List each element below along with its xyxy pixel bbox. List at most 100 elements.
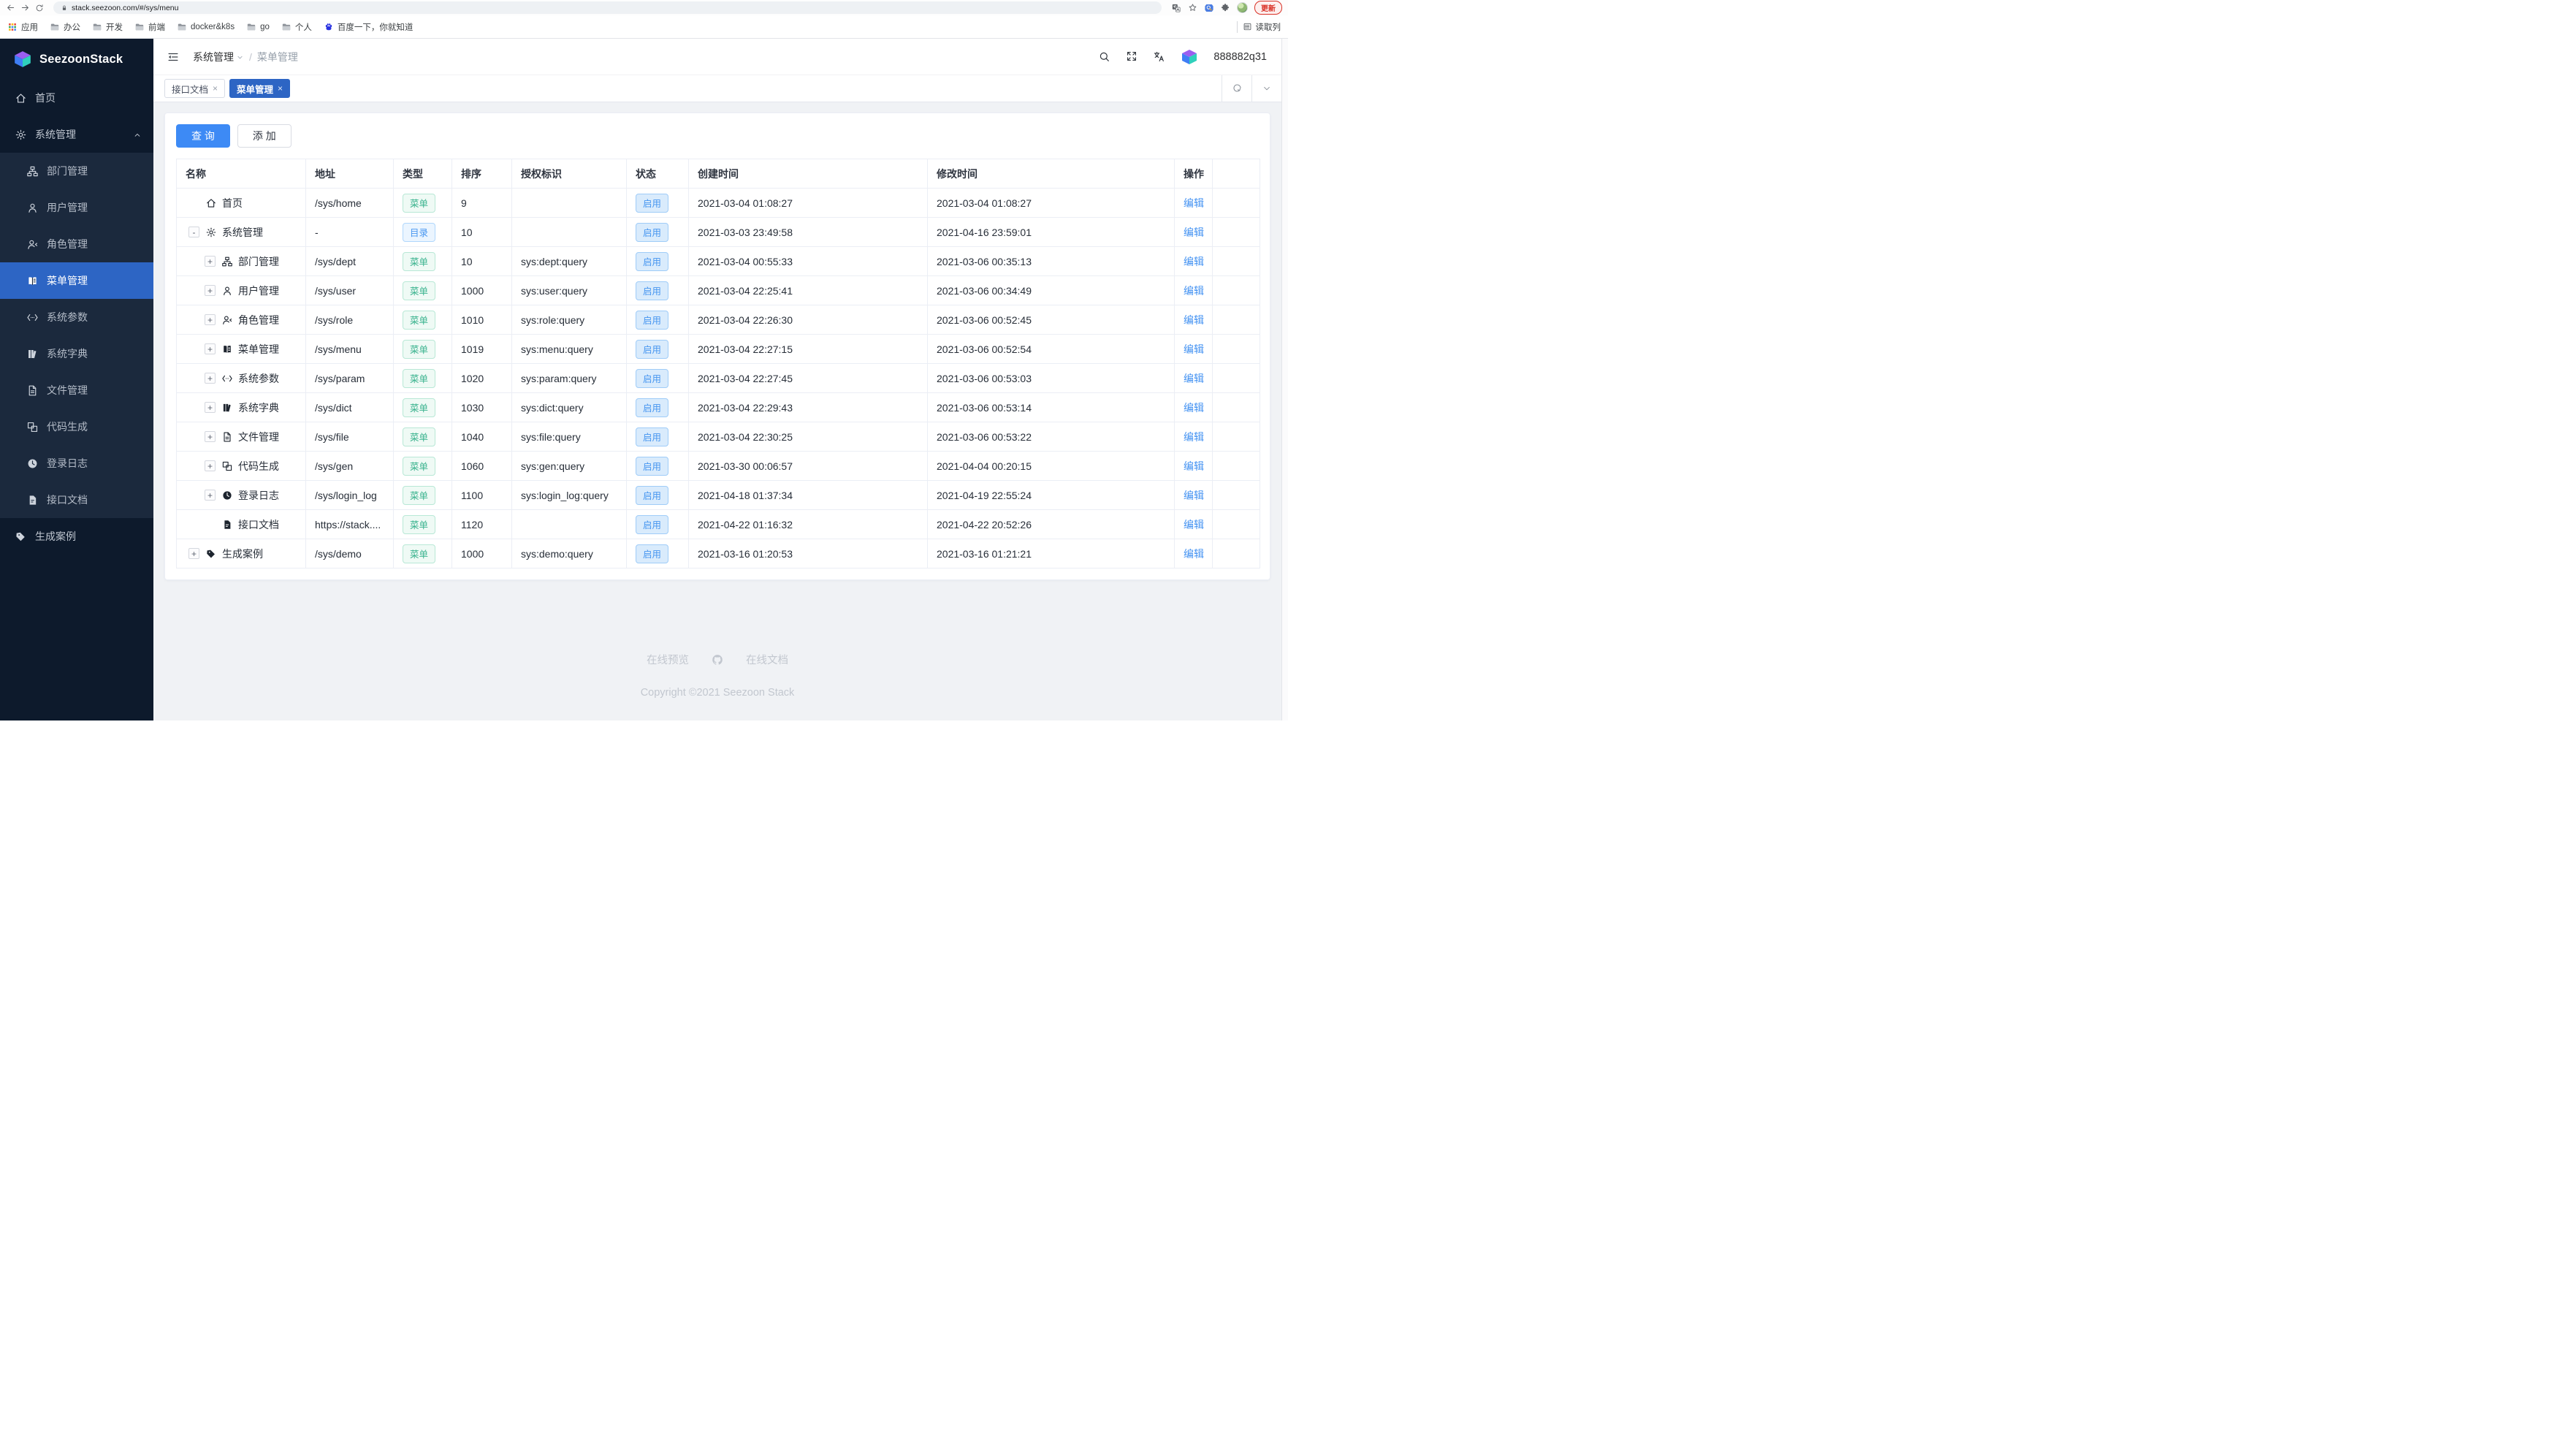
- sidebar-item-菜单管理[interactable]: 菜单管理: [0, 262, 153, 299]
- table-row: + 代码生成/sys/gen 菜单 1060 sys:gen:query 启用 2021-0…: [176, 451, 1260, 481]
- sidebar-item-代码生成[interactable]: 代码生成: [0, 408, 153, 445]
- online-preview-link[interactable]: 在线预览: [647, 652, 689, 667]
- bookmark-item[interactable]: docker&k8s: [177, 22, 235, 32]
- forward-icon[interactable]: [20, 3, 30, 12]
- sidebar-item-接口文档[interactable]: 接口文档: [0, 482, 153, 518]
- table-actions: 查 询 添 加: [176, 124, 1259, 148]
- refresh-tab-button[interactable]: [1222, 75, 1251, 102]
- status-badge: 启用: [636, 368, 669, 388]
- folder-icon: [50, 22, 60, 32]
- edit-link[interactable]: 编辑: [1184, 548, 1204, 560]
- close-icon[interactable]: ×: [278, 84, 283, 93]
- bookmark-item[interactable]: go: [246, 22, 270, 32]
- browser-profile-avatar[interactable]: [1237, 2, 1248, 13]
- page-scrollbar[interactable]: [1281, 39, 1288, 720]
- add-button[interactable]: 添 加: [237, 124, 291, 148]
- status-badge: 启用: [636, 193, 669, 213]
- sidebar-item-角色管理[interactable]: 角色管理: [0, 226, 153, 262]
- sidebar-item-首页[interactable]: 首页: [0, 80, 153, 116]
- expand-row-button[interactable]: +: [205, 343, 216, 354]
- edit-link[interactable]: 编辑: [1184, 314, 1204, 326]
- edit-link[interactable]: 编辑: [1184, 402, 1204, 414]
- translate-icon[interactable]: [1153, 50, 1165, 64]
- expand-row-button[interactable]: +: [205, 285, 216, 296]
- sidebar-item-生成案例[interactable]: 生成案例: [0, 518, 153, 555]
- expand-row-button[interactable]: +: [205, 460, 216, 471]
- sidebar-item-文件管理[interactable]: 文件管理: [0, 372, 153, 408]
- column-header-授权标识: 授权标识: [511, 159, 627, 189]
- bookmark-star-icon[interactable]: [1188, 3, 1197, 12]
- edit-link[interactable]: 编辑: [1184, 227, 1204, 238]
- menu-address-cell: /sys/dept: [305, 246, 394, 276]
- extensions-puzzle-icon[interactable]: [1221, 3, 1230, 12]
- collapse-row-button[interactable]: -: [188, 227, 199, 237]
- expand-row-button[interactable]: +: [205, 431, 216, 442]
- expand-row-button[interactable]: +: [205, 256, 216, 267]
- edit-link[interactable]: 编辑: [1184, 285, 1204, 297]
- expand-row-button[interactable]: +: [205, 314, 216, 325]
- menu-fold-icon[interactable]: [167, 50, 180, 64]
- edit-link[interactable]: 编辑: [1184, 256, 1204, 267]
- url-text[interactable]: stack.seezoon.com/#/sys/menu: [72, 4, 178, 12]
- sidebar-item-系统管理[interactable]: 系统管理: [0, 116, 153, 153]
- edit-link[interactable]: 编辑: [1184, 343, 1204, 355]
- edit-link[interactable]: 编辑: [1184, 197, 1204, 209]
- edit-link[interactable]: 编辑: [1184, 431, 1204, 443]
- tab-接口文档[interactable]: 接口文档 ×: [164, 79, 226, 98]
- sidebar-item-系统参数[interactable]: 系统参数: [0, 299, 153, 335]
- modified-time-cell: 2021-04-19 22:55:24: [927, 480, 1175, 510]
- expand-row-button[interactable]: +: [188, 548, 199, 559]
- created-time-cell: 2021-03-16 01:20:53: [688, 539, 928, 569]
- app-logo[interactable]: SeezoonStack: [0, 39, 153, 80]
- online-docs-link[interactable]: 在线文档: [746, 652, 788, 667]
- address-bar[interactable]: stack.seezoon.com/#/sys/menu: [53, 1, 1162, 14]
- bookmark-item[interactable]: 前端: [134, 21, 165, 33]
- reload-icon[interactable]: [35, 4, 44, 12]
- username[interactable]: 888882q31: [1213, 51, 1267, 63]
- sidebar-item-用户管理[interactable]: 用户管理: [0, 189, 153, 226]
- bookmark-item[interactable]: 办公: [50, 21, 80, 33]
- edit-link[interactable]: 编辑: [1184, 490, 1204, 501]
- status-badge: 启用: [636, 222, 669, 242]
- expand-row-button[interactable]: +: [205, 490, 216, 501]
- edit-link[interactable]: 编辑: [1184, 373, 1204, 384]
- modified-time-cell: 2021-03-06 00:53:14: [927, 392, 1175, 422]
- menu-status-cell: 启用: [626, 305, 689, 335]
- tab-菜单管理[interactable]: 菜单管理 ×: [229, 79, 291, 98]
- breadcrumb-parent[interactable]: 系统管理: [193, 50, 244, 64]
- close-icon[interactable]: ×: [213, 84, 218, 93]
- reading-list-button[interactable]: 读取列: [1243, 21, 1281, 33]
- query-button[interactable]: 查 询: [176, 124, 230, 148]
- type-tag: 菜单: [403, 456, 436, 476]
- chrome-update-button[interactable]: 更新: [1254, 1, 1282, 15]
- modified-time-cell: 2021-03-06 00:52:45: [927, 305, 1175, 335]
- menu-name-cell: + 系统字典: [176, 392, 306, 422]
- expand-row-button[interactable]: +: [205, 402, 216, 413]
- squares-icon: [26, 420, 39, 433]
- tab-options-button[interactable]: [1251, 75, 1281, 102]
- sidebar-item-部门管理[interactable]: 部门管理: [0, 153, 153, 189]
- bookmark-item[interactable]: 个人: [281, 21, 312, 33]
- menu-address-cell: /sys/user: [305, 275, 394, 305]
- back-icon[interactable]: [6, 3, 15, 12]
- folder-icon: [281, 22, 291, 32]
- modified-time-cell: 2021-03-16 01:21:21: [927, 539, 1175, 569]
- bookmark-item[interactable]: 应用: [7, 21, 38, 33]
- edit-link[interactable]: 编辑: [1184, 460, 1204, 472]
- edit-link[interactable]: 编辑: [1184, 519, 1204, 531]
- expand-row-button[interactable]: +: [205, 373, 216, 384]
- search-icon[interactable]: [1098, 50, 1110, 64]
- created-time-cell: 2021-03-04 22:29:43: [688, 392, 928, 422]
- search-extension-icon[interactable]: [1204, 3, 1214, 13]
- column-header-创建时间: 创建时间: [688, 159, 928, 189]
- bookmark-item[interactable]: 百度一下，你就知道: [324, 21, 413, 33]
- sidebar-item-系统字典[interactable]: 系统字典: [0, 335, 153, 372]
- actions-cell: 编辑: [1174, 392, 1213, 422]
- bookmarks-bar: 应用 办公 开发 前端 docker&k8s go 个人 百度一下，你就知道 读取列: [0, 15, 1288, 39]
- translate-extension-icon[interactable]: [1171, 3, 1181, 13]
- sidebar-item-登录日志[interactable]: 登录日志: [0, 445, 153, 482]
- github-icon[interactable]: [711, 653, 724, 666]
- user-avatar[interactable]: [1181, 48, 1198, 66]
- bookmark-item[interactable]: 开发: [92, 21, 123, 33]
- fullscreen-icon[interactable]: [1126, 50, 1138, 64]
